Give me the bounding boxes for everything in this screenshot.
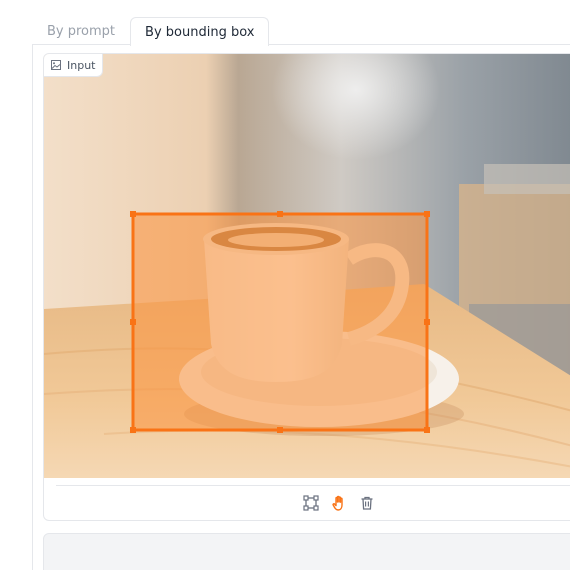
- input-label: Input: [44, 54, 104, 77]
- bbox-icon: [303, 495, 319, 511]
- image-editor: Input: [43, 53, 570, 521]
- tab-by-bounding-box[interactable]: By bounding box: [130, 17, 270, 46]
- pan-tool-button[interactable]: [329, 493, 349, 513]
- image-icon: [51, 60, 61, 70]
- page: By prompt By bounding box Input: [0, 0, 570, 570]
- tab-bar: By prompt By bounding box: [32, 17, 270, 46]
- input-label-text: Input: [67, 58, 96, 72]
- editor-toolbar: [44, 486, 570, 520]
- tab-by-prompt[interactable]: By prompt: [32, 17, 130, 45]
- output-panel: [43, 533, 570, 570]
- delete-tool-button[interactable]: [357, 493, 377, 513]
- trash-icon: [361, 496, 373, 510]
- hand-icon: [332, 495, 343, 511]
- image-canvas[interactable]: Input: [44, 54, 570, 478]
- bounding-box-selection[interactable]: [44, 54, 570, 478]
- bbox-tool-button[interactable]: [301, 493, 321, 513]
